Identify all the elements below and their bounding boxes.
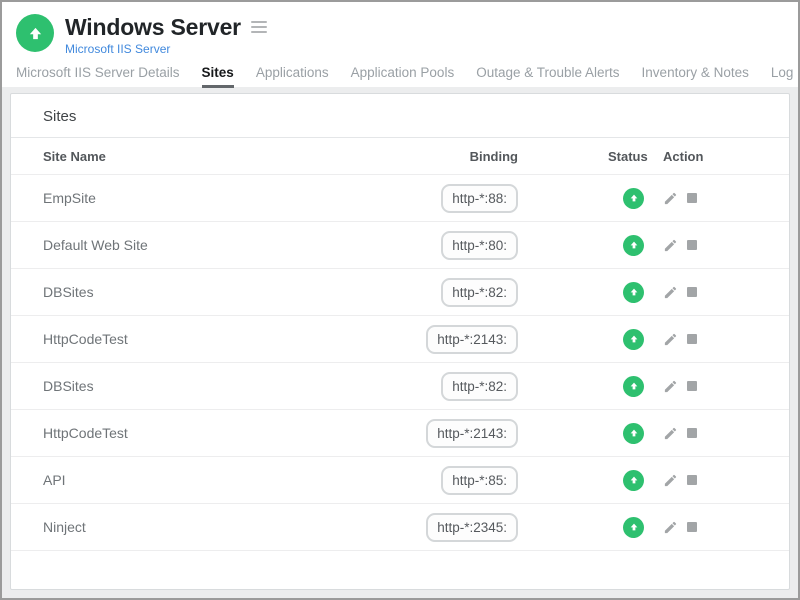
monitor-type-link[interactable]: Microsoft IIS Server [65,42,170,56]
column-header-action: Action [663,149,759,164]
page-body: Sites Site Name Binding Status Action Em… [2,87,798,598]
site-name-cell: API [43,472,358,488]
status-up-icon [623,517,644,538]
binding-chip: http-*:82: [441,278,518,307]
site-name-cell: HttpCodeTest [43,331,358,347]
tab-application-pools[interactable]: Application Pools [351,65,455,88]
sites-panel: Sites Site Name Binding Status Action Em… [10,93,790,590]
binding-chip: http-*:80: [441,231,518,260]
stop-square-icon[interactable] [687,287,697,297]
site-name-cell: EmpSite [43,190,358,206]
binding-chip: http-*:85: [441,466,518,495]
edit-pencil-icon[interactable] [663,426,678,441]
edit-pencil-icon[interactable] [663,332,678,347]
table-header: Site Name Binding Status Action [11,138,789,175]
edit-pencil-icon[interactable] [663,520,678,535]
site-name-cell: Default Web Site [43,237,358,253]
stop-square-icon[interactable] [687,522,697,532]
tab-microsoft-iis-server-details[interactable]: Microsoft IIS Server Details [16,65,180,88]
status-up-icon [623,470,644,491]
table-row: Default Web Site http-*:80: [11,222,789,269]
table-row: Ninject http-*:2345: [11,504,789,551]
panel-bottom-spacer [11,551,789,590]
site-name-cell: DBSites [43,284,358,300]
up-arrow-icon [27,25,44,42]
tab-applications[interactable]: Applications [256,65,329,88]
binding-chip: http-*:2345: [426,513,518,542]
table-body: EmpSite http-*:88: Default Web Site http… [11,175,789,551]
binding-chip: http-*:82: [441,372,518,401]
status-up-icon [623,423,644,444]
edit-pencil-icon[interactable] [663,379,678,394]
status-up-icon [623,329,644,350]
site-name-cell: DBSites [43,378,358,394]
site-name-cell: Ninject [43,519,358,535]
table-row: HttpCodeTest http-*:2143: [11,410,789,457]
column-header-status: Status [518,149,663,164]
edit-pencil-icon[interactable] [663,191,678,206]
edit-pencil-icon[interactable] [663,473,678,488]
monitor-header: Windows Server Microsoft IIS Server Micr… [2,2,798,87]
stop-square-icon[interactable] [687,193,697,203]
tab-inventory-notes[interactable]: Inventory & Notes [642,65,749,88]
stop-square-icon[interactable] [687,428,697,438]
binding-chip: http-*:2143: [426,419,518,448]
column-header-site-name: Site Name [43,149,358,164]
table-row: DBSites http-*:82: [11,363,789,410]
column-header-binding: Binding [470,149,518,164]
hamburger-menu-icon[interactable] [251,19,267,35]
monitor-status-avatar [16,14,54,52]
binding-chip: http-*:88: [441,184,518,213]
edit-pencil-icon[interactable] [663,285,678,300]
tab-log-report[interactable]: Log Report [771,65,800,88]
app-window: Windows Server Microsoft IIS Server Micr… [0,0,800,600]
stop-square-icon[interactable] [687,475,697,485]
tab-bar: Microsoft IIS Server Details Sites Applica… [16,65,784,88]
tab-outage-trouble-alerts[interactable]: Outage & Trouble Alerts [476,65,619,88]
tab-sites[interactable]: Sites [202,65,234,88]
page-title: Windows Server [65,14,241,40]
stop-square-icon[interactable] [687,240,697,250]
stop-square-icon[interactable] [687,334,697,344]
table-row: DBSites http-*:82: [11,269,789,316]
status-up-icon [623,235,644,256]
status-up-icon [623,188,644,209]
status-up-icon [623,282,644,303]
panel-title: Sites [11,94,789,138]
edit-pencil-icon[interactable] [663,238,678,253]
binding-chip: http-*:2143: [426,325,518,354]
stop-square-icon[interactable] [687,381,697,391]
status-up-icon [623,376,644,397]
site-name-cell: HttpCodeTest [43,425,358,441]
table-row: API http-*:85: [11,457,789,504]
table-row: EmpSite http-*:88: [11,175,789,222]
table-row: HttpCodeTest http-*:2143: [11,316,789,363]
